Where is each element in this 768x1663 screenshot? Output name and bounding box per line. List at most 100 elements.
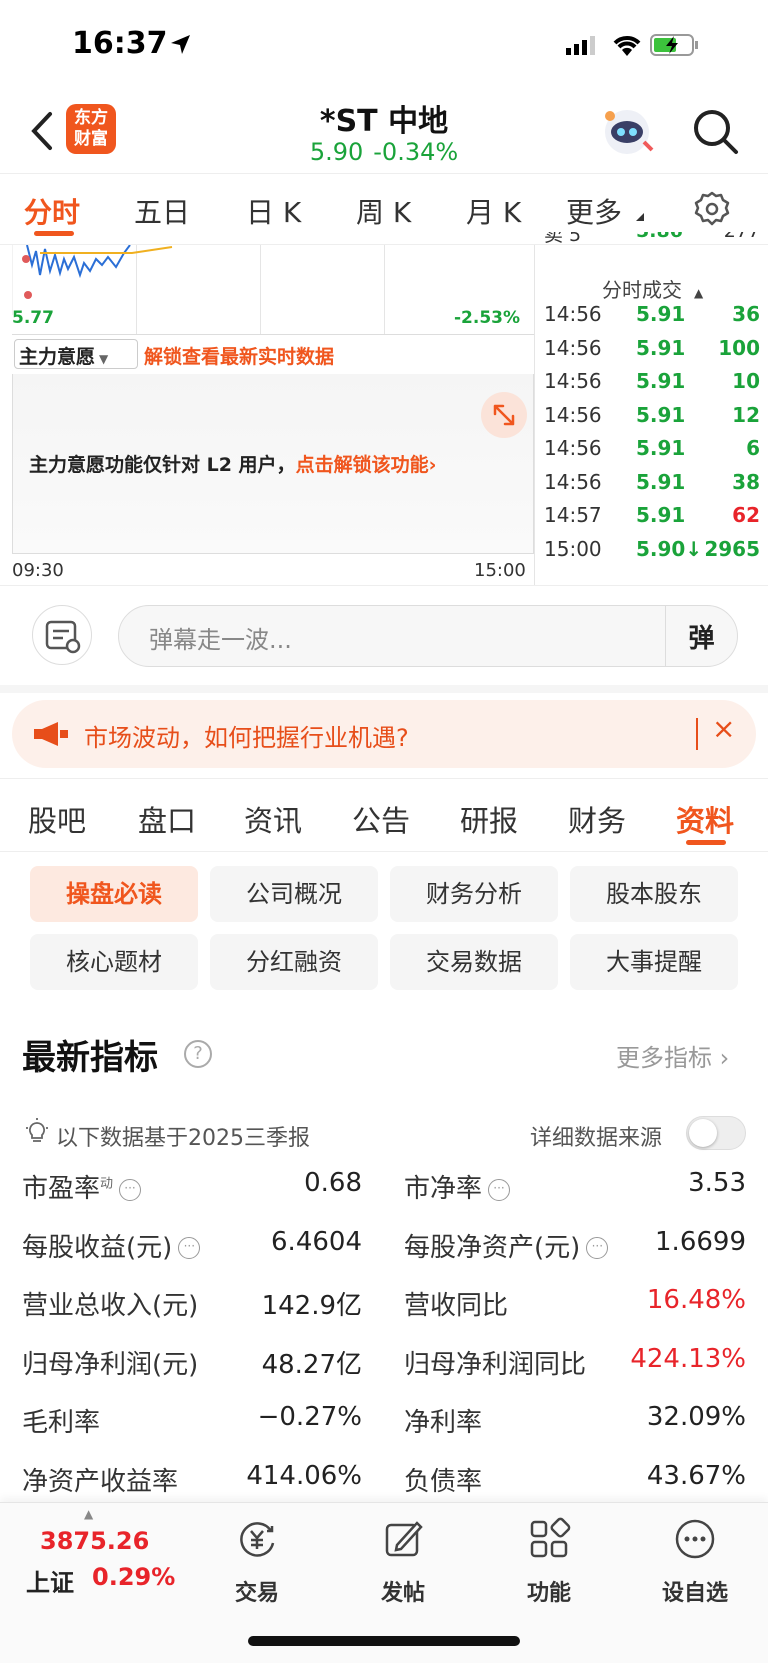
metric-label: 营收同比 — [404, 1291, 509, 1321]
nav-post[interactable]: 发帖 — [358, 1517, 448, 1607]
tick-row: 14:56 5.91 6 — [544, 436, 760, 466]
metric-value: 424.13% — [630, 1343, 746, 1374]
tab-profile[interactable]: 资料 — [676, 798, 734, 840]
expand-up-icon[interactable]: ▲ — [84, 1507, 93, 1521]
metric-value: 16.48% — [646, 1285, 746, 1315]
chip-dividends[interactable]: 分红融资 — [210, 934, 378, 990]
tab-intraday[interactable]: 分时 — [24, 191, 80, 231]
lightbulb-icon — [26, 1118, 48, 1142]
main-force-select[interactable]: 主力意愿 ▼ — [14, 339, 138, 369]
metric-row: 市盈率动 ··· 0.68 市净率 ··· 3.53 — [0, 1168, 768, 1226]
tab-guba[interactable]: 股吧 — [28, 798, 86, 840]
metric-row: 毛利率 −0.27% 净利率 32.09% — [0, 1402, 768, 1460]
tick-time: 14:56 — [544, 469, 602, 494]
tick-list-title[interactable]: 分时成交 ▲ — [602, 274, 703, 303]
barrage-input[interactable]: 弹幕走一波... 弹 — [118, 605, 738, 667]
tick-time: 14:57 — [544, 503, 602, 527]
index-pct[interactable]: 0.29% — [92, 1563, 175, 1591]
dropdown-icon: ▼ — [99, 352, 109, 366]
gear-icon[interactable] — [694, 191, 730, 227]
metric-label: 每股收益(元) ··· — [22, 1227, 201, 1264]
info-icon[interactable]: ··· — [119, 1178, 142, 1201]
tick-volume: 12 — [732, 402, 760, 427]
tick-volume: 2965 — [704, 536, 760, 561]
barrage-toggle-button[interactable]: 弹 — [665, 606, 737, 666]
tab-monthly-k[interactable]: 月 K — [466, 191, 521, 231]
main-force-message: 主力意愿功能仅针对 L2 用户，点击解锁该功能› — [29, 450, 436, 477]
grid-line — [260, 245, 261, 335]
assistant-robot-icon[interactable] — [598, 102, 656, 160]
barrage-settings-icon — [45, 620, 81, 654]
battery-charging-icon — [650, 34, 698, 56]
home-indicator[interactable] — [248, 1636, 520, 1646]
tick-time: 14:56 — [544, 402, 602, 427]
metric-row: 归母净利润(元) 48.27亿 归母净利润同比 424.13% — [0, 1344, 768, 1402]
nav-watchlist[interactable]: 设自选 — [650, 1517, 740, 1607]
chip-trading-data[interactable]: 交易数据 — [390, 934, 558, 990]
time-start-label: 09:30 — [12, 560, 64, 581]
banner-text: 市场波动，如何把握行业机遇? — [84, 724, 409, 752]
nav-post-label: 发帖 — [380, 1581, 425, 1606]
metric-value: 414.06% — [246, 1460, 362, 1491]
metric-label: 归母净利润同比 — [404, 1349, 587, 1380]
tick-list[interactable]: 卖 5 5.86 277 分时成交▲ 14:565.913614:565.911… — [536, 232, 768, 586]
tab-announcements[interactable]: 公告 — [352, 798, 410, 840]
tick-row: 14:56 5.91 10 — [544, 369, 760, 399]
info-icon[interactable]: ··· — [488, 1178, 511, 1201]
tick-volume: 62 — [732, 503, 760, 527]
metric-label: 净资产收益率 — [22, 1466, 179, 1497]
tab-research[interactable]: 研报 — [460, 798, 518, 840]
megaphone-icon — [34, 722, 68, 746]
tick-time: 14:56 — [544, 436, 602, 460]
help-icon[interactable]: ? — [184, 1040, 212, 1068]
detail-tabs: 股吧 盘口 资讯 公告 研报 财务 资料 — [0, 780, 768, 852]
tick-row: 15:00 5.90↓ 2965 — [544, 537, 760, 567]
info-icon[interactable]: ··· — [178, 1237, 201, 1259]
metric-row: 每股收益(元) ··· 6.4604 每股净资产(元) ··· 1.6699 — [0, 1227, 768, 1285]
location-arrow-icon — [171, 35, 190, 54]
tab-weekly-k[interactable]: 周 K — [356, 191, 411, 231]
more-dots-icon — [675, 1519, 715, 1559]
metric-value: 32.09% — [646, 1402, 746, 1432]
tick-price: 5.91 — [636, 402, 686, 427]
order-volume: 277 — [724, 232, 760, 242]
trade-icon — [240, 1522, 275, 1557]
price-line — [12, 245, 173, 315]
banner-divider — [696, 718, 698, 750]
metric-value: 1.6699 — [655, 1226, 746, 1257]
edit-icon — [385, 1521, 423, 1557]
tab-more[interactable]: 更多 — [566, 191, 622, 231]
unlock-feature-link[interactable]: 点击解锁该功能› — [296, 454, 437, 476]
more-metrics-link[interactable]: 更多指标 › — [616, 1038, 729, 1073]
tab-five-day[interactable]: 五日 — [134, 191, 190, 231]
chip-company-overview[interactable]: 公司概况 — [210, 866, 378, 922]
metric-label: 市净率 ··· — [404, 1168, 511, 1205]
index-name[interactable]: 上证 — [26, 1563, 74, 1598]
tab-pankou[interactable]: 盘口 — [138, 798, 196, 840]
chip-shareholders[interactable]: 股本股东 — [570, 866, 738, 922]
barrage-settings-button[interactable] — [32, 605, 92, 665]
tab-news[interactable]: 资讯 — [244, 798, 302, 840]
main-force-panel: 主力意愿功能仅针对 L2 用户，点击解锁该功能› — [12, 374, 534, 554]
chip-trading-guide[interactable]: 操盘必读 — [30, 866, 198, 922]
chip-core-themes[interactable]: 核心题材 — [30, 934, 198, 990]
close-icon[interactable]: × — [712, 712, 735, 745]
tab-finance[interactable]: 财务 — [568, 798, 626, 840]
unlock-realtime-link[interactable]: 解锁查看最新实时数据 — [144, 342, 334, 369]
chip-financial-analysis[interactable]: 财务分析 — [390, 866, 558, 922]
tab-daily-k[interactable]: 日 K — [246, 191, 301, 231]
main-force-label: 主力意愿 — [19, 346, 96, 368]
promo-banner[interactable]: 市场波动，如何把握行业机遇? × — [12, 700, 756, 768]
metric-value: 0.68 — [304, 1168, 362, 1198]
index-value[interactable]: 3875.26 — [40, 1527, 149, 1555]
search-icon[interactable] — [690, 106, 740, 156]
nav-trade[interactable]: 交易 — [212, 1517, 302, 1607]
chip-events[interactable]: 大事提醒 — [570, 934, 738, 990]
wifi-icon — [613, 36, 641, 56]
info-icon[interactable]: ··· — [586, 1237, 609, 1259]
data-source-toggle[interactable] — [686, 1116, 746, 1150]
nav-features[interactable]: 功能 — [504, 1517, 594, 1607]
expand-icon[interactable] — [481, 392, 527, 438]
data-basis-note: 以下数据基于2025三季报 — [56, 1126, 310, 1151]
active-tab-indicator — [34, 231, 74, 236]
